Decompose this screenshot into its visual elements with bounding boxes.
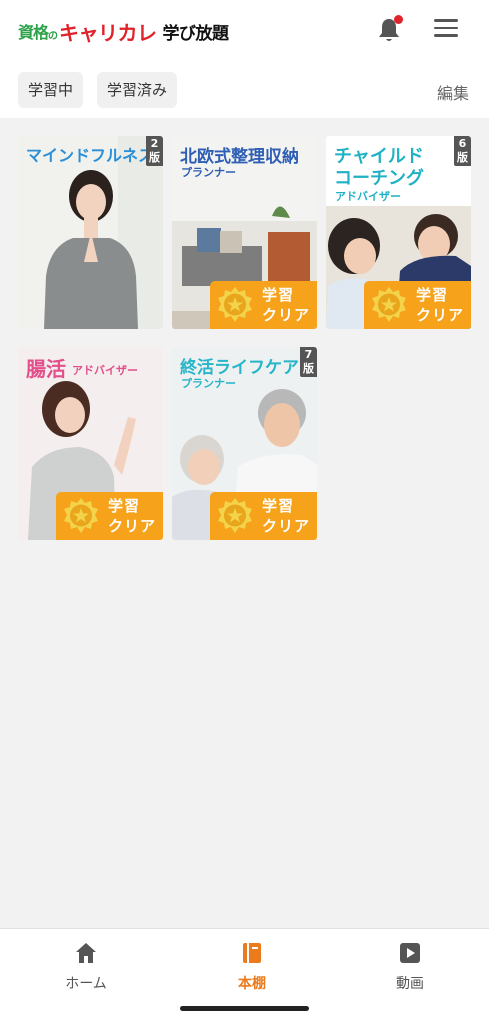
course-title-line2: コーチング bbox=[334, 168, 424, 189]
clear-label-line2: クリア bbox=[262, 517, 311, 535]
nav-bookshelf[interactable]: 本棚 bbox=[202, 941, 302, 993]
course-subtitle: アドバイザー bbox=[335, 190, 401, 203]
edition-number: 2 bbox=[150, 137, 159, 150]
course-card[interactable]: 北欧式整理収納 プランナー 学習 クリア bbox=[172, 136, 317, 329]
app-logo[interactable]: 資格 の キャリカレ 学び放題 bbox=[18, 16, 229, 46]
medal-icon bbox=[370, 286, 408, 324]
notification-dot bbox=[394, 15, 403, 24]
medal-icon bbox=[216, 497, 254, 535]
nav-home[interactable]: ホーム bbox=[36, 941, 136, 993]
edition-number: 6 bbox=[458, 137, 467, 150]
filter-bar: 学習中 学習済み 編集 bbox=[0, 62, 489, 118]
filter-chip-studying[interactable]: 学習中 bbox=[18, 72, 84, 108]
logo-service: 学び放題 bbox=[162, 23, 230, 44]
home-indicator bbox=[180, 1006, 309, 1011]
nav-bookshelf-label: 本棚 bbox=[238, 976, 266, 992]
nav-video-label: 動画 bbox=[396, 976, 424, 992]
medal-icon bbox=[62, 497, 100, 535]
edition-badge: 6 版 bbox=[454, 136, 471, 166]
edition-number: 7 bbox=[304, 348, 313, 361]
edition-suffix: 版 bbox=[303, 362, 314, 375]
clear-label-line2: クリア bbox=[416, 306, 465, 324]
course-subtitle: アドバイザー bbox=[72, 364, 138, 377]
course-card[interactable]: チャイルド コーチング アドバイザー 6 版 学習 クリア bbox=[326, 136, 471, 329]
clear-label-line2: クリア bbox=[108, 517, 157, 535]
course-subtitle: プランナー bbox=[181, 166, 236, 179]
course-card[interactable]: 終活ライフケア プランナー 7 版 学習 クリア bbox=[172, 347, 317, 540]
nav-home-label: ホーム bbox=[65, 976, 107, 992]
course-title: 腸活 bbox=[26, 357, 66, 381]
filter-chip-completed[interactable]: 学習済み bbox=[97, 72, 178, 108]
hamburger-menu-icon[interactable] bbox=[434, 19, 458, 39]
clear-label-line1: 学習 bbox=[416, 286, 449, 304]
course-card[interactable]: 腸活 アドバイザー 学習 クリア bbox=[18, 347, 163, 540]
clear-label-line1: 学習 bbox=[108, 497, 141, 515]
learning-clear-badge: 学習 クリア bbox=[364, 281, 471, 329]
course-subtitle: プランナー bbox=[181, 377, 236, 390]
clear-label-line2: クリア bbox=[262, 306, 311, 324]
edition-badge: 2 版 bbox=[146, 136, 163, 166]
play-icon bbox=[398, 941, 422, 965]
edition-badge: 7 版 bbox=[300, 347, 317, 377]
learning-clear-badge: 学習 クリア bbox=[210, 281, 317, 329]
medal-icon bbox=[216, 286, 254, 324]
edition-suffix: 版 bbox=[457, 151, 468, 164]
course-card[interactable]: マインドフルネス 2 版 bbox=[18, 136, 163, 329]
logo-shikaku: 資格 bbox=[18, 23, 49, 42]
home-icon bbox=[74, 941, 98, 965]
nav-video[interactable]: 動画 bbox=[360, 941, 460, 993]
book-icon bbox=[240, 941, 264, 965]
logo-no: の bbox=[48, 30, 59, 42]
app-header: 資格 の キャリカレ 学び放題 bbox=[0, 0, 489, 62]
clear-label-line1: 学習 bbox=[262, 286, 295, 304]
edit-button[interactable]: 編集 bbox=[437, 80, 469, 104]
course-title: マインドフルネス bbox=[26, 146, 155, 165]
learning-clear-badge: 学習 クリア bbox=[210, 492, 317, 540]
clear-label-line1: 学習 bbox=[262, 497, 295, 515]
edition-suffix: 版 bbox=[149, 151, 160, 164]
learning-clear-badge: 学習 クリア bbox=[56, 492, 163, 540]
logo-brand: キャリカレ bbox=[59, 20, 157, 45]
